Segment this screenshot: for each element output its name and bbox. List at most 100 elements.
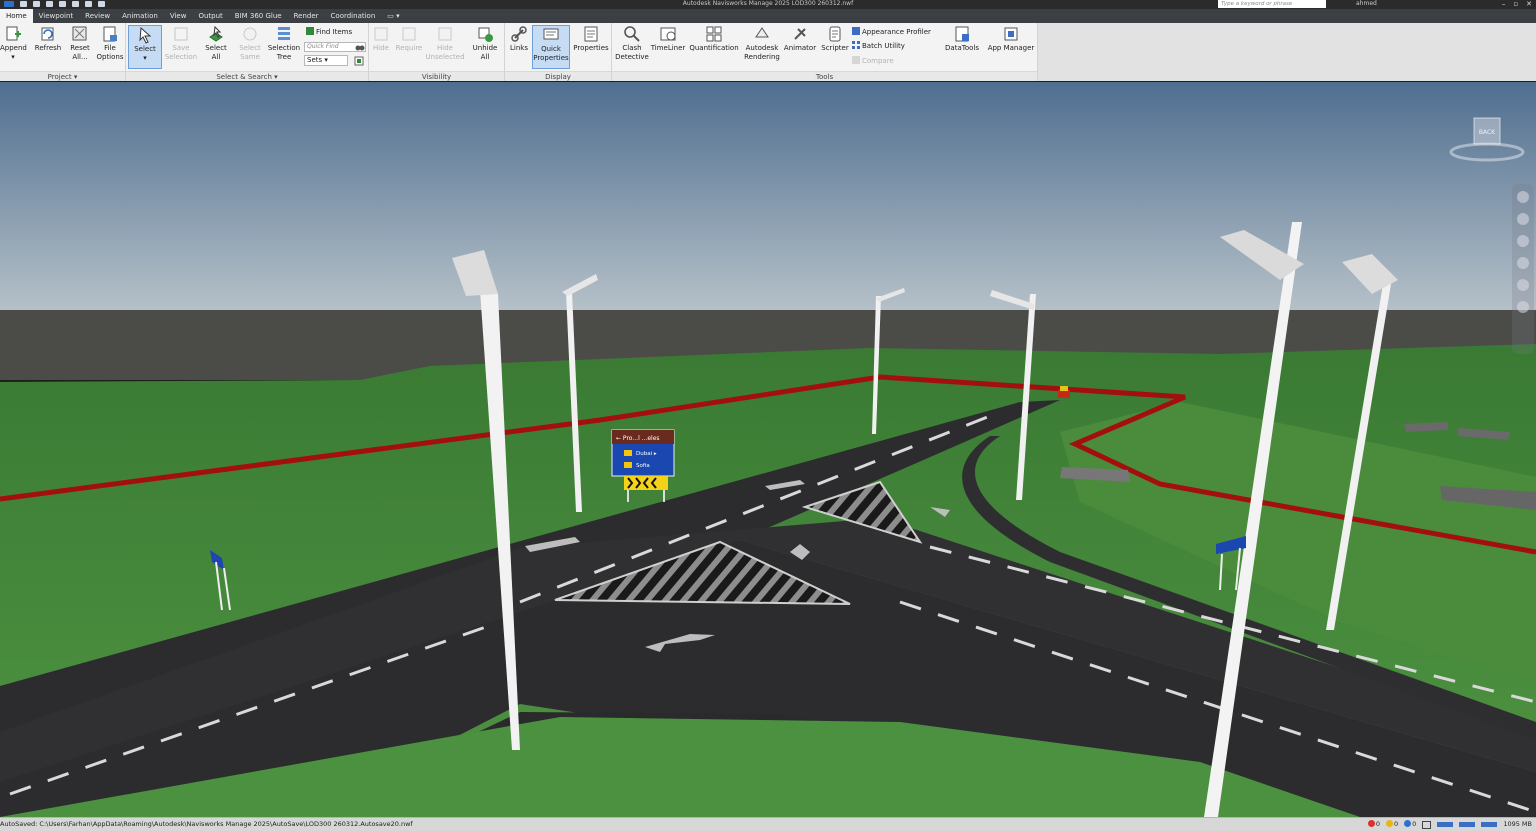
quantification-icon [706, 26, 722, 42]
status-indicators: 0 0 0 1095 MB [1367, 818, 1532, 831]
info-count[interactable]: 0 [1404, 818, 1416, 831]
tab-animation[interactable]: Animation [116, 9, 164, 23]
append-button[interactable]: Append ▾ [0, 25, 27, 69]
reset-all-button[interactable]: Reset All... [66, 25, 94, 69]
scene-viewport[interactable]: ← Pro...l ...eles Dubai ▸ Sofia BACK [0, 82, 1536, 817]
compare-icon [852, 56, 860, 64]
tab-bim360-glue[interactable]: BIM 360 Glue [229, 9, 288, 23]
chevron-down-icon: ▾ [324, 56, 328, 64]
user-account[interactable]: ahmed [1356, 0, 1377, 8]
minimize-icon[interactable]: – [1502, 0, 1506, 8]
find-items-icon [306, 27, 314, 35]
hide-unselected-icon [438, 27, 452, 41]
hide-unselected-button[interactable]: Hide Unselected [425, 25, 465, 69]
tab-coordination[interactable]: Coordination [325, 9, 382, 23]
select-button[interactable]: Select ▾ [128, 25, 162, 69]
file-options-button[interactable]: File Options [95, 25, 125, 69]
appearance-profiler-icon [852, 27, 860, 35]
tab-viewpoint[interactable]: Viewpoint [33, 9, 79, 23]
error-count[interactable]: 0 [1367, 818, 1380, 831]
sign-row-text: Sofia [636, 463, 650, 469]
rendering-icon [755, 27, 769, 38]
selection-tree-icon [278, 27, 290, 40]
pan-icon[interactable] [1517, 213, 1529, 225]
animator-button[interactable]: Animator [782, 25, 818, 69]
sky [0, 82, 1536, 314]
datatools-button[interactable]: DataTools [944, 25, 980, 69]
unhide-all-button[interactable]: Unhide All [469, 25, 501, 69]
clash-detective-button[interactable]: Clash Detective [614, 25, 650, 69]
3d-scene[interactable]: ← Pro...l ...eles Dubai ▸ Sofia [0, 82, 1536, 817]
sign-row-text: Dubai ▸ [636, 451, 657, 457]
scripter-button[interactable]: Scripter [818, 25, 852, 69]
select-same-icon [243, 27, 257, 41]
progress-pencil-icon [1437, 822, 1454, 827]
traffic-barrier [1060, 386, 1068, 391]
progress-disk-icon [1459, 822, 1476, 827]
panel-display: Links Quick Properties Properties Display [505, 23, 612, 81]
tab-extra[interactable]: ▭ ▾ [381, 9, 405, 23]
appearance-profiler-button[interactable]: Appearance Profiler [852, 27, 931, 37]
sign-header-text: ← Pro...l ...eles [616, 435, 660, 442]
properties-icon [584, 26, 598, 42]
timeliner-icon [660, 27, 676, 41]
autodesk-rendering-button[interactable]: Autodesk Rendering [742, 25, 782, 69]
batch-utility-icon [852, 41, 860, 49]
refresh-button[interactable]: Refresh [32, 25, 64, 69]
orbit-icon[interactable] [1517, 257, 1529, 269]
viewcube-face-label: BACK [1479, 129, 1496, 136]
traffic-barrier [1058, 390, 1070, 398]
select-all-button[interactable]: Select All [200, 25, 232, 69]
zoom-icon[interactable] [1517, 235, 1529, 247]
links-button[interactable]: Links [507, 25, 531, 69]
panel-title-select-search[interactable]: Select & Search ▾ [126, 71, 368, 81]
app-manager-button[interactable]: App Manager [986, 25, 1036, 69]
tab-view[interactable]: View [164, 9, 193, 23]
status-bar: AutoSaved: C:\Users\Farhan\AppData\Roami… [0, 817, 1536, 831]
error-icon [1367, 820, 1375, 827]
panel-title-project[interactable]: Project ▾ [0, 71, 125, 81]
sets-dropdown[interactable]: Sets ▾ [304, 55, 348, 66]
memory-usage: 1095 MB [1503, 820, 1532, 828]
hide-icon [374, 27, 388, 41]
sheet-browser-icon[interactable] [1422, 820, 1432, 829]
walk-icon[interactable] [1517, 301, 1529, 313]
warning-count[interactable]: 0 [1386, 818, 1398, 831]
look-icon[interactable] [1517, 279, 1529, 291]
navigation-bar [1512, 184, 1534, 354]
binoculars-icon[interactable] [355, 42, 365, 52]
properties-button[interactable]: Properties [571, 25, 611, 69]
timeliner-button[interactable]: TimeLiner [650, 25, 686, 69]
hide-button[interactable]: Hide [369, 25, 393, 69]
app-manager-icon [1004, 27, 1018, 41]
tab-review[interactable]: Review [79, 9, 116, 23]
save-selection-button[interactable]: Save Selection [164, 25, 198, 69]
viewcube[interactable]: BACK [1448, 112, 1526, 162]
compare-button[interactable]: Compare [852, 56, 894, 66]
panel-project: Append ▾ Refresh Reset All... File Options … [0, 23, 126, 81]
batch-utility-button[interactable]: Batch Utility [852, 41, 905, 51]
quick-properties-button[interactable]: Quick Properties [532, 25, 570, 69]
panel-select-search: Select ▾ Save Selection Select All Select Sa… [126, 23, 369, 81]
save-selection-icon [174, 27, 188, 41]
panel-title-display: Display [505, 71, 611, 81]
require-icon [402, 27, 416, 41]
require-button[interactable]: Require [393, 25, 425, 69]
help-search-input[interactable]: Type a keyword or phrase [1218, 0, 1326, 8]
manage-sets-icon[interactable] [354, 56, 364, 66]
select-same-button[interactable]: Select Same [234, 25, 266, 69]
datatools-icon [955, 26, 969, 42]
maximize-icon[interactable]: ▫ [1513, 0, 1518, 8]
tab-home[interactable]: Home [0, 9, 33, 23]
reset-icon [72, 26, 87, 41]
tab-output[interactable]: Output [192, 9, 228, 23]
close-icon[interactable]: ✕ [1526, 0, 1532, 8]
tab-render[interactable]: Render [288, 9, 325, 23]
steering-wheel-icon[interactable] [1517, 191, 1529, 203]
autosave-path: AutoSaved: C:\Users\Farhan\AppData\Roami… [0, 820, 413, 828]
cursor-icon [139, 26, 152, 44]
ribbon-tabs: Home Viewpoint Review Animation View Out… [0, 9, 1536, 23]
quantification-button[interactable]: Quantification [686, 25, 742, 69]
selection-tree-button[interactable]: Selection Tree [266, 25, 302, 69]
find-items-button[interactable]: Find Items [306, 27, 352, 37]
